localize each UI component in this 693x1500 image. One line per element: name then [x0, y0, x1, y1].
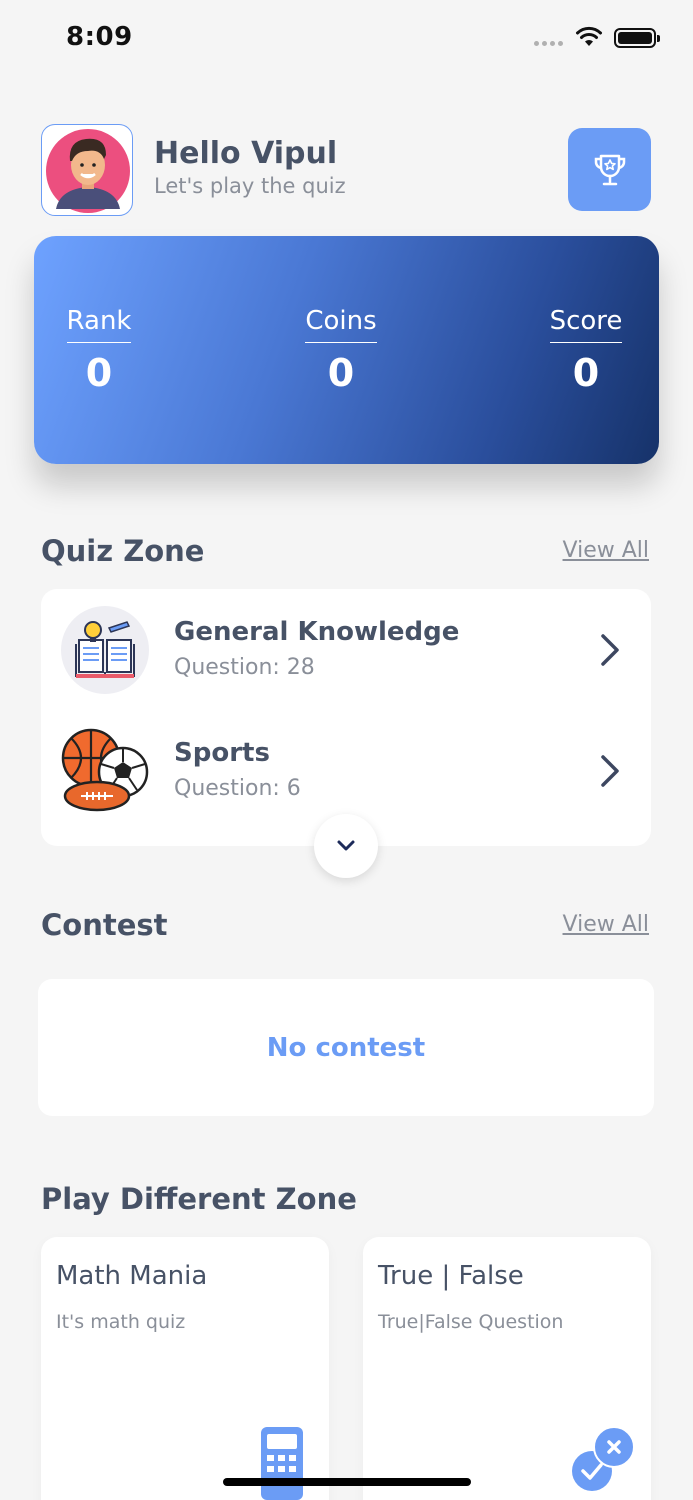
- book-lightbulb-icon: [61, 606, 149, 694]
- zone-subtitle: True|False Question: [378, 1311, 564, 1333]
- no-contest-message: No contest: [266, 1032, 426, 1063]
- contest-view-all-link[interactable]: View All: [563, 912, 649, 937]
- status-bar: 8:09: [0, 0, 693, 80]
- contest-card: No contest: [38, 979, 654, 1116]
- expand-quiz-list-button[interactable]: [314, 814, 378, 878]
- zone-card-true-false[interactable]: True | False True|False Question: [363, 1237, 651, 1500]
- chevron-right-icon: [601, 634, 619, 666]
- rank-value: 0: [85, 351, 113, 395]
- quiz-item-general-knowledge[interactable]: General Knowledge Question: 28: [41, 599, 651, 709]
- trophy-icon: [594, 154, 625, 185]
- coins-stat: Coins 0: [302, 306, 380, 395]
- home-indicator[interactable]: [223, 1478, 471, 1486]
- battery-icon: [614, 28, 660, 48]
- play-zone-title: Play Different Zone: [41, 1182, 357, 1216]
- stats-card: Rank 0 Coins 0 Score 0: [34, 236, 659, 464]
- quiz-name: Sports: [174, 738, 270, 768]
- greeting-subtitle: Let's play the quiz: [154, 174, 346, 198]
- calculator-icon: [261, 1427, 303, 1500]
- avatar-illustration-icon: [46, 129, 130, 213]
- quiz-question-count: Question: 6: [174, 776, 301, 801]
- zone-subtitle: It's math quiz: [56, 1311, 186, 1333]
- rank-label: Rank: [66, 306, 132, 343]
- zone-title: True | False: [378, 1261, 524, 1291]
- rank-stat: Rank 0: [66, 306, 132, 395]
- score-stat: Score 0: [548, 306, 624, 395]
- cellular-signal-icon: [534, 41, 563, 46]
- sports-balls-icon: [61, 726, 149, 814]
- quiz-name: General Knowledge: [174, 617, 460, 647]
- score-label: Score: [549, 306, 623, 343]
- wifi-icon: [576, 26, 602, 46]
- zone-title: Math Mania: [56, 1261, 208, 1291]
- quiz-zone-title: Quiz Zone: [41, 534, 205, 568]
- quiz-question-count: Question: 28: [174, 655, 315, 680]
- greeting-title: Hello Vipul: [154, 136, 338, 171]
- status-time: 8:09: [66, 22, 133, 52]
- coins-label: Coins: [305, 306, 377, 343]
- quiz-zone-list: General Knowledge Question: 28 Sports Qu…: [41, 589, 651, 846]
- score-value: 0: [572, 351, 600, 395]
- avatar[interactable]: [41, 124, 133, 216]
- quiz-zone-view-all-link[interactable]: View All: [563, 538, 649, 563]
- leaderboard-button[interactable]: [568, 128, 651, 211]
- coins-value: 0: [327, 351, 355, 395]
- zone-card-math-mania[interactable]: Math Mania It's math quiz: [41, 1237, 329, 1500]
- chevron-right-icon: [601, 755, 619, 787]
- chevron-down-icon: [337, 840, 355, 851]
- contest-title: Contest: [41, 908, 168, 942]
- check-cross-icon: [572, 1426, 635, 1491]
